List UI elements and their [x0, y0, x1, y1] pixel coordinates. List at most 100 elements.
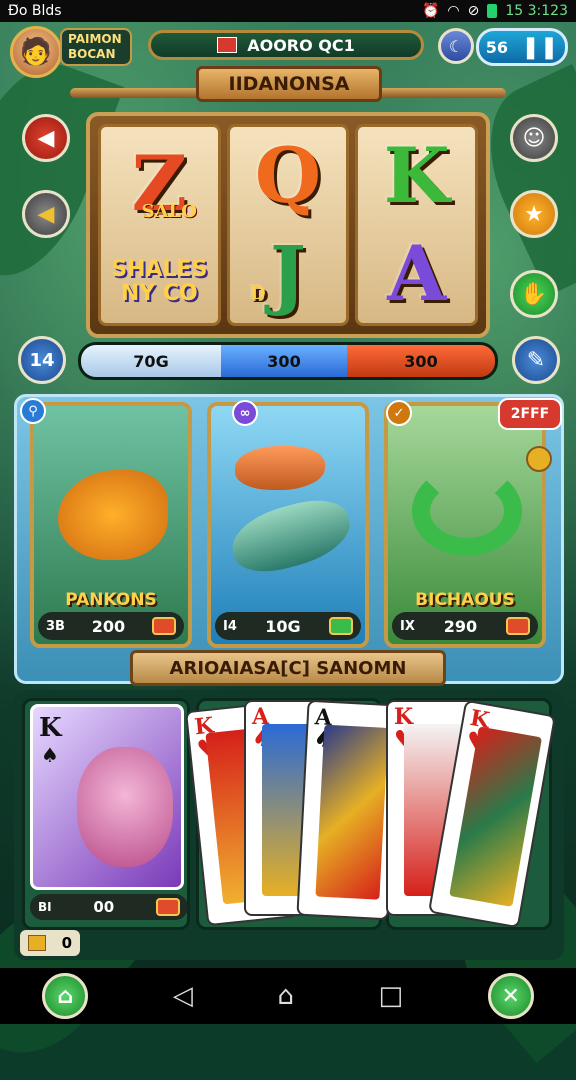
card-art — [315, 724, 389, 900]
reel-symbol-k: K — [383, 131, 450, 220]
fish-tag: I4 — [223, 618, 237, 634]
level-value: 14 — [29, 349, 55, 371]
coin-stack-icon — [27, 935, 46, 951]
trout-icon — [225, 491, 357, 581]
reel-symbol-z: Z SALO — [132, 144, 197, 224]
figure-icon: ☺ — [522, 125, 546, 151]
flag-icon — [217, 37, 238, 53]
hand-value: 00 — [93, 898, 115, 916]
info-button[interactable]: ✎ — [512, 336, 560, 384]
wifi-icon: ◠ — [447, 3, 460, 19]
fish-value: 200 — [91, 616, 126, 636]
alarm-icon: ⏰ — [421, 3, 440, 19]
player-name-panel: PAIMON BOCAN — [60, 28, 132, 66]
fish-card-3[interactable]: BICHAOUS IX 290 — [384, 402, 546, 648]
card-1-badge: ⚲ — [20, 398, 46, 424]
nav-back-icon[interactable]: ◁ — [173, 981, 193, 1011]
hook-icon: ⚲ — [28, 403, 38, 419]
chip-icon — [152, 617, 176, 635]
fish-value: 10G — [265, 616, 301, 636]
progress-segment-1: 70G — [81, 345, 221, 377]
fish-card-2[interactable]: I4 10G — [207, 402, 369, 648]
salmon-icon — [235, 446, 325, 490]
nav-home-icon[interactable]: ⌂ — [277, 981, 294, 1011]
coin-icon — [526, 446, 552, 472]
spade-icon: ♠ — [41, 743, 59, 767]
top-bar-label: AOORO QC1 — [247, 35, 355, 55]
section-title: ARIOAIASA[C] SANOMN — [169, 657, 407, 679]
player-name-line2: BOCAN — [68, 47, 116, 61]
battery-icon — [487, 4, 498, 18]
reel-3: K A — [355, 124, 479, 326]
player-avatar[interactable]: 🧑 — [10, 26, 62, 78]
pufferfish-icon — [58, 470, 168, 560]
progress-segment-2: 300 — [221, 345, 347, 377]
chip-icon — [328, 617, 353, 635]
star-button[interactable]: ★ — [510, 190, 558, 238]
bottom-tag-value: 0 — [61, 934, 73, 952]
reel-1: Z SALO SHALES NY CO — [98, 124, 221, 326]
bonus-button[interactable]: ✋ — [510, 270, 558, 318]
eel-icon — [412, 466, 522, 556]
hand-card[interactable]: K ♠ — [30, 704, 184, 890]
reel-symbol-j: J D — [250, 234, 306, 314]
arrow-left-icon: ◀ — [37, 201, 55, 227]
link-icon: ∞ — [239, 405, 251, 421]
android-navbar: ⌂ ◁ ⌂ □ ✕ — [0, 968, 576, 1024]
reel-symbol-q: Q — [254, 131, 322, 220]
pause-icon: ❚❚ — [521, 34, 559, 60]
top-info-bar[interactable]: AOORO QC1 — [148, 30, 424, 60]
free-badge[interactable]: 2FFF — [498, 398, 562, 430]
reel-2: Q J D — [226, 124, 350, 326]
fish-card-name: PANKONS — [65, 590, 157, 610]
section-title-banner: ARIOAIASA[C] SANOMN — [130, 650, 446, 686]
bottom-chip-tag[interactable]: 0 — [20, 930, 80, 956]
moon-icon: ☾ — [448, 36, 464, 56]
feather-icon: ✎ — [526, 347, 546, 373]
fish-tag: 3B — [46, 618, 65, 634]
slot-reels[interactable]: Z SALO SHALES NY CO Q J D K A — [86, 112, 490, 338]
status-bar: Ð̃o Blds ⏰ ◠ ⊘ 15 3:123 — [0, 0, 576, 22]
game-title: IIDANONSA — [228, 73, 350, 95]
mute-icon: ⊘ — [467, 3, 480, 19]
moon-button[interactable]: ☾ — [438, 28, 474, 64]
hand-card-footer: BI 00 — [30, 894, 188, 920]
home-button[interactable]: ⌂ — [42, 973, 89, 1019]
fish-card-footer: I4 10G — [215, 612, 361, 640]
reel-text-symbol: SHALES NY CO — [111, 257, 208, 306]
progress-bar: 70G 300 300 — [78, 342, 498, 380]
game-title-banner: IIDANONSA — [196, 66, 382, 102]
reel-symbol-a: A — [387, 229, 447, 318]
hand-card-rank: K — [39, 713, 62, 743]
reel-tag: D — [250, 283, 266, 304]
level-badge[interactable]: 14 — [18, 336, 66, 384]
title-rod-left — [70, 88, 206, 98]
card-2-badge: ∞ — [232, 400, 258, 426]
coin-balance[interactable]: 56 ❚❚ — [476, 28, 568, 66]
title-rod-right — [372, 88, 506, 98]
jester-fish-icon — [77, 747, 173, 867]
chip-icon — [156, 898, 180, 916]
playing-card-3[interactable]: A♠ — [296, 699, 400, 921]
clock: 15 3:123 — [505, 3, 568, 19]
back-button[interactable]: ◀ — [22, 114, 70, 162]
prev-button[interactable]: ◀ — [22, 190, 70, 238]
fish-card-name: BICHAOUS — [415, 590, 515, 610]
fish-card-1[interactable]: PANKONS 3B 200 — [30, 402, 192, 648]
close-button[interactable]: ✕ — [487, 973, 534, 1019]
pirate-face-icon: 🧑 — [19, 37, 53, 67]
reel-tag: SALO — [141, 201, 197, 222]
player-name-line1: PAIMON — [68, 32, 122, 46]
arrow-left-icon: ◀ — [37, 125, 55, 151]
card-3-badge: ✓ — [386, 400, 412, 426]
star-icon: ★ — [524, 201, 544, 227]
check-icon: ✓ — [393, 405, 405, 421]
hand-icon: ✋ — [520, 281, 548, 307]
progress-segment-3: 300 — [347, 345, 495, 377]
fish-value: 290 — [443, 616, 478, 636]
hand-tag: BI — [38, 900, 52, 914]
profile-button[interactable]: ☺ — [510, 114, 558, 162]
coin-value: 56 — [485, 37, 508, 57]
house-icon: ⌂ — [57, 983, 74, 1009]
nav-recents-icon[interactable]: □ — [379, 981, 404, 1011]
